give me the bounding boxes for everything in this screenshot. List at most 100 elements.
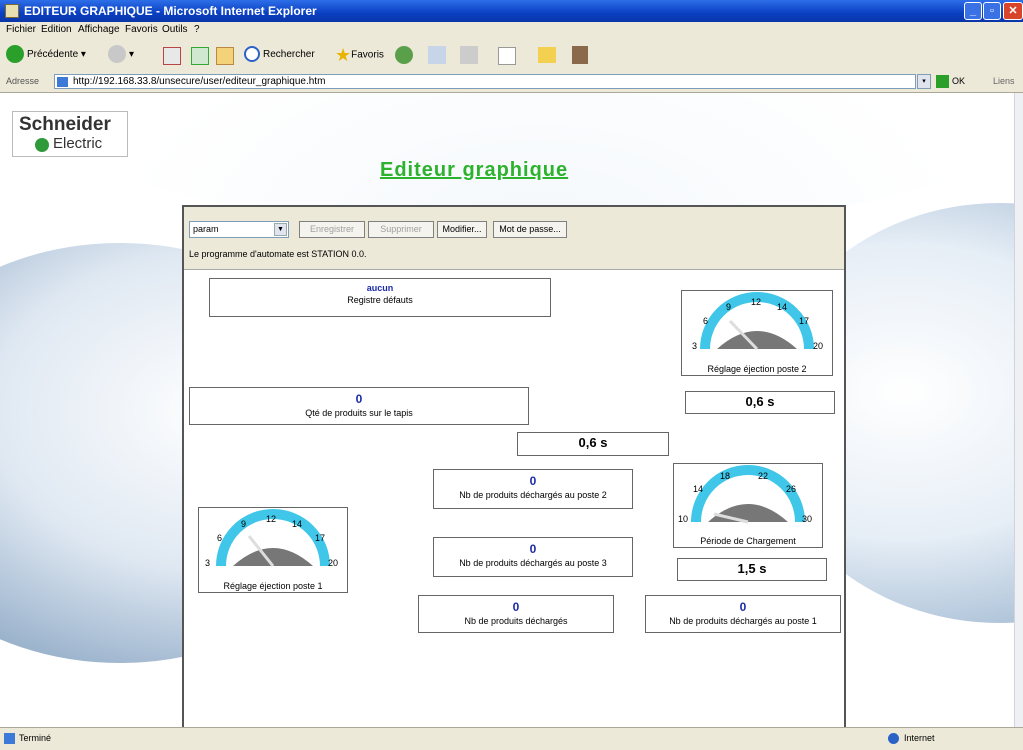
tick-label: 17 bbox=[799, 316, 809, 326]
poste2-label: Nb de produits déchargés au poste 2 bbox=[459, 490, 607, 500]
minimize-button[interactable]: _ bbox=[964, 2, 982, 20]
links-label[interactable]: Liens bbox=[993, 76, 1015, 86]
research-icon[interactable] bbox=[572, 46, 588, 64]
modify-button[interactable]: Modifier... bbox=[437, 221, 487, 238]
gauge-label: Période de Chargement bbox=[700, 536, 796, 546]
gauge-mechanism bbox=[233, 548, 313, 566]
page-done-icon bbox=[4, 733, 15, 744]
tick-label: 12 bbox=[266, 514, 276, 524]
editor-toolbar: param ▼ Enregistrer Supprimer Modifier..… bbox=[184, 207, 844, 270]
menu-help[interactable]: ? bbox=[194, 24, 200, 35]
menu-fichier[interactable]: Fichier bbox=[6, 24, 36, 35]
menu-favoris[interactable]: Favoris bbox=[125, 24, 158, 35]
menu-outils[interactable]: Outils bbox=[162, 24, 188, 35]
registre-label: Registre défauts bbox=[347, 295, 413, 305]
ejection-poste2-gauge: 3 6 9 12 14 17 20 Réglage éjection poste… bbox=[681, 290, 833, 376]
graphic-editor-frame: param ▼ Enregistrer Supprimer Modifier..… bbox=[182, 205, 846, 727]
tick-label: 20 bbox=[813, 341, 823, 351]
registre-defauts-panel: aucun Registre défauts bbox=[209, 278, 551, 317]
vertical-scrollbar[interactable] bbox=[1014, 93, 1023, 727]
table-select-value: param bbox=[193, 224, 219, 234]
status-bar: Terminé Internet bbox=[0, 727, 1023, 750]
logo-mark-icon bbox=[35, 138, 49, 152]
star-icon: ★ bbox=[335, 45, 352, 65]
chargement-readout: 1,5 s bbox=[677, 558, 827, 581]
close-button[interactable]: ✕ bbox=[1003, 2, 1023, 20]
tick-label: 14 bbox=[292, 519, 302, 529]
gauge-dial: 10 14 18 22 26 30 bbox=[678, 465, 812, 524]
tick-label: 17 bbox=[315, 533, 325, 543]
edit-icon[interactable] bbox=[498, 47, 516, 65]
logo-text-electric: Electric bbox=[53, 135, 103, 152]
menu-affichage[interactable]: Affichage bbox=[78, 24, 120, 35]
gauge-dial: 3 6 9 12 14 17 20 bbox=[205, 509, 338, 568]
ejection-poste2-readout: 0,6 s bbox=[685, 391, 835, 414]
gauge-mechanism bbox=[708, 504, 788, 522]
poste3-label: Nb de produits déchargés au poste 3 bbox=[459, 558, 607, 568]
gauge-dial: 3 6 9 12 14 17 20 bbox=[692, 292, 823, 351]
poste3-value: 0 bbox=[529, 542, 537, 556]
maximize-button[interactable]: ▫ bbox=[983, 2, 1001, 20]
poste1-panel: 0 Nb de produits déchargés au poste 1 bbox=[645, 595, 841, 633]
back-button[interactable]: Précédente ▾ bbox=[6, 44, 86, 66]
mail-icon[interactable] bbox=[428, 46, 446, 64]
poste1-label: Nb de produits déchargés au poste 1 bbox=[669, 616, 817, 626]
tick-label: 14 bbox=[777, 302, 787, 312]
tick-label: 6 bbox=[217, 533, 222, 543]
logo-text-schneider: Schneider bbox=[19, 114, 111, 135]
gauge-label: Réglage éjection poste 1 bbox=[223, 581, 323, 591]
address-input[interactable]: http://192.168.33.8/unsecure/user/editeu… bbox=[54, 74, 916, 89]
back-arrow-icon bbox=[6, 45, 24, 64]
print-icon[interactable] bbox=[460, 46, 478, 64]
globe-icon bbox=[888, 733, 899, 744]
poste3-panel: 0 Nb de produits déchargés au poste 3 bbox=[433, 537, 633, 577]
chevron-down-icon: ▼ bbox=[274, 223, 287, 236]
page-icon bbox=[57, 77, 68, 87]
browser-toolbar: Précédente ▾ ▾ Rechercher ★Favoris bbox=[0, 38, 1023, 73]
tick-label: 6 bbox=[703, 316, 708, 326]
menu-bar: Fichier Edition Affichage Favoris Outils… bbox=[0, 22, 1023, 39]
save-button[interactable]: Enregistrer bbox=[299, 221, 365, 238]
gauge-mechanism bbox=[717, 331, 797, 349]
qte-label: Qté de produits sur le tapis bbox=[305, 408, 413, 418]
refresh-icon[interactable] bbox=[191, 47, 209, 65]
home-icon[interactable] bbox=[216, 47, 234, 65]
stop-icon[interactable] bbox=[163, 47, 181, 65]
menu-edition[interactable]: Edition bbox=[41, 24, 72, 35]
tick-label: 9 bbox=[241, 519, 246, 529]
history-icon[interactable] bbox=[395, 46, 413, 64]
tick-label: 30 bbox=[802, 514, 812, 524]
poste2-value: 0 bbox=[529, 474, 537, 488]
search-button[interactable]: Rechercher bbox=[244, 44, 315, 66]
zone-text: Internet bbox=[904, 733, 935, 743]
address-label: Adresse bbox=[6, 76, 40, 86]
tick-label: 18 bbox=[720, 471, 730, 481]
delete-button[interactable]: Supprimer bbox=[368, 221, 434, 238]
page-title: Editeur graphique bbox=[380, 159, 569, 181]
plc-program-text: Le programme d'automate est STATION 0.0. bbox=[189, 249, 367, 259]
schneider-logo: Schneider Electric bbox=[12, 111, 128, 157]
standalone-readout: 0,6 s bbox=[517, 432, 669, 456]
folder-icon[interactable] bbox=[538, 47, 556, 63]
tick-label: 9 bbox=[726, 302, 731, 312]
poste2-panel: 0 Nb de produits déchargés au poste 2 bbox=[433, 469, 633, 509]
tick-label: 14 bbox=[693, 484, 703, 494]
go-button[interactable]: OK bbox=[952, 76, 965, 86]
poste1-value: 0 bbox=[739, 600, 747, 614]
forward-button[interactable]: ▾ bbox=[108, 44, 134, 66]
search-icon bbox=[244, 46, 260, 63]
window-title: EDITEUR GRAPHIQUE - Microsoft Internet E… bbox=[24, 4, 317, 18]
table-select[interactable]: param ▼ bbox=[189, 221, 289, 238]
address-dropdown-icon[interactable]: ▾ bbox=[917, 74, 931, 89]
password-button[interactable]: Mot de passe... bbox=[493, 221, 567, 238]
registre-value: aucun bbox=[366, 283, 394, 293]
gauge-label: Réglage éjection poste 2 bbox=[707, 364, 807, 374]
qte-value: 0 bbox=[355, 392, 363, 406]
tick-label: 26 bbox=[786, 484, 796, 494]
favorites-button[interactable]: ★Favoris bbox=[335, 44, 384, 66]
go-arrow-icon[interactable] bbox=[936, 75, 949, 88]
decharges-label: Nb de produits déchargés bbox=[464, 616, 568, 626]
forward-arrow-icon bbox=[108, 45, 126, 64]
tick-label: 3 bbox=[692, 341, 697, 351]
page-content: Schneider Electric Editeur graphique par… bbox=[0, 93, 1014, 727]
